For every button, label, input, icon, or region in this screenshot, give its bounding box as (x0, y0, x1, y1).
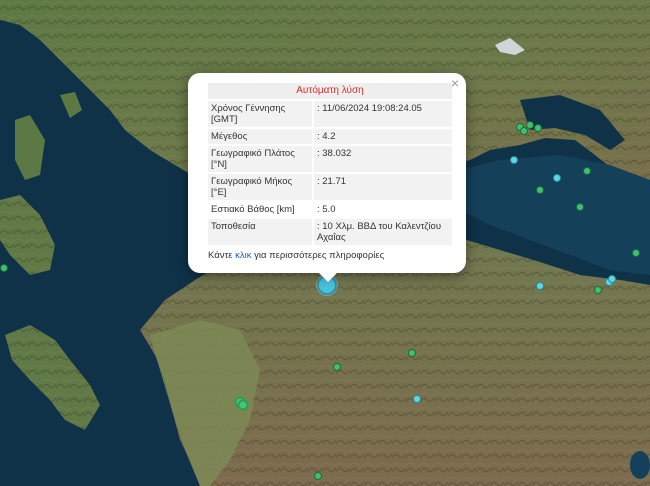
earthquake-marker[interactable] (608, 275, 616, 283)
earthquake-marker[interactable] (413, 395, 421, 403)
earthquake-marker[interactable] (0, 264, 8, 272)
row-label: Γεωγραφικό Μήκος [°E] (208, 174, 312, 200)
earthquake-marker[interactable] (632, 249, 640, 257)
earthquake-marker[interactable] (510, 156, 518, 164)
more-info-text: Κάντε κλικ για περισσότερες πληροφορίες (208, 250, 384, 261)
more-info-suffix: για περισσότερες πληροφορίες (251, 250, 385, 261)
earthquake-info-popup: × Αυτόματη λύση Χρόνος Γέννησης [GMT] : … (188, 73, 466, 273)
row-depth: Εστιακό Βάθος [km] : 5.0 (208, 202, 452, 217)
popup-pointer (318, 272, 338, 282)
earthquake-marker[interactable] (536, 282, 544, 290)
earthquake-marker[interactable] (314, 472, 322, 480)
row-value: : 4.2 (314, 129, 452, 144)
more-info-prefix: Κάντε (208, 250, 236, 261)
row-value: : 5.0 (314, 202, 452, 217)
earthquake-marker[interactable] (583, 167, 591, 175)
row-label: Μέγεθος (208, 129, 312, 144)
earthquake-marker[interactable] (536, 186, 544, 194)
row-value: : 11/06/2024 19:08:24.05 (314, 101, 452, 127)
row-latitude: Γεωγραφικό Πλάτος [°N] : 38.032 (208, 146, 452, 172)
row-label: Εστιακό Βάθος [km] (208, 202, 312, 217)
earthquake-marker[interactable] (576, 203, 584, 211)
row-label: Τοποθεσία (208, 219, 312, 245)
earthquake-marker[interactable] (553, 174, 561, 182)
info-table: Χρόνος Γέννησης [GMT] : 11/06/2024 19:08… (208, 101, 452, 247)
popup-title: Αυτόματη λύση (208, 83, 452, 99)
earthquake-marker[interactable] (534, 124, 542, 132)
row-value: : 21.71 (314, 174, 452, 200)
row-longitude: Γεωγραφικό Μήκος [°E] : 21.71 (208, 174, 452, 200)
earthquake-marker[interactable] (237, 399, 249, 411)
more-info-link[interactable]: κλικ (235, 250, 251, 261)
earthquake-marker[interactable] (408, 349, 416, 357)
row-value: : 10 Χλμ. ΒΒΔ του Καλεντζίου Αχαΐας (314, 219, 452, 245)
earthquake-marker[interactable] (520, 127, 528, 135)
row-origin-time: Χρόνος Γέννησης [GMT] : 11/06/2024 19:08… (208, 101, 452, 127)
row-value: : 38.032 (314, 146, 452, 172)
row-label: Χρόνος Γέννησης [GMT] (208, 101, 312, 127)
row-location: Τοποθεσία : 10 Χλμ. ΒΒΔ του Καλεντζίου Α… (208, 219, 452, 245)
earthquake-marker[interactable] (594, 286, 602, 294)
row-magnitude: Μέγεθος : 4.2 (208, 129, 452, 144)
row-label: Γεωγραφικό Πλάτος [°N] (208, 146, 312, 172)
earthquake-marker[interactable] (333, 363, 341, 371)
close-icon[interactable]: × (451, 76, 459, 90)
